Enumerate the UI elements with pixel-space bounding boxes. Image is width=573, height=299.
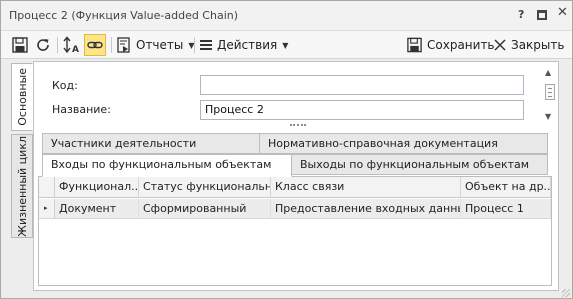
side-tab-label: Жизненный цикл — [15, 135, 29, 237]
toolbar-separator — [111, 37, 112, 53]
row-selector-icon[interactable]: ▸ — [39, 199, 55, 219]
close-icon — [494, 39, 506, 51]
side-tab-label: Основные — [15, 68, 29, 126]
save-and-stay-button[interactable]: Сохранить — [406, 34, 495, 56]
tab-outputs[interactable]: Выходы по функциональным объектам — [291, 154, 548, 175]
side-tab-main[interactable]: Основные — [11, 63, 33, 131]
scroll-up-icon[interactable]: ▲ — [545, 68, 551, 77]
tab-participants[interactable]: Участники деятельности — [42, 133, 260, 154]
sort-button[interactable]: A — [62, 34, 82, 56]
code-field[interactable] — [200, 75, 524, 95]
resize-gripper[interactable] — [562, 289, 570, 297]
scroll-down-icon[interactable]: ▼ — [545, 112, 551, 121]
scroll-thumb[interactable] — [545, 84, 555, 100]
table-cell[interactable]: Документ — [55, 199, 139, 219]
table-cell[interactable]: Сформированный — [139, 199, 271, 219]
column-header[interactable]: Класс связи — [271, 177, 461, 198]
tab-reference-docs[interactable]: Нормативно-справочная документация — [259, 133, 548, 154]
reports-icon — [117, 37, 130, 53]
close-form-button[interactable]: Закрыть — [493, 34, 564, 56]
sort-icon: A — [63, 36, 79, 54]
maximize-button[interactable] — [537, 10, 547, 20]
actions-menu-button[interactable]: Действия ▼ — [199, 34, 288, 56]
column-header[interactable]: Статус функциональн... — [139, 177, 271, 198]
svg-text:A: A — [72, 45, 79, 54]
save-icon — [12, 37, 28, 53]
name-label: Название: — [52, 103, 111, 116]
chevron-down-icon: ▼ — [282, 40, 289, 50]
main-panel: Код: Название: Процесс 2 ▲ ▼ Участники д… — [33, 61, 559, 291]
title-bar: Процесс 2 (Функция Value-added Chain) ? … — [1, 1, 572, 30]
link-icon — [87, 41, 103, 49]
table-cell[interactable]: Предоставление входных данных — [271, 199, 461, 219]
side-tab-lifecycle[interactable]: Жизненный цикл — [11, 134, 33, 238]
actions-label: Действия — [217, 38, 278, 52]
name-field[interactable]: Процесс 2 — [200, 100, 524, 120]
save-icon — [407, 37, 422, 53]
reports-menu-button[interactable]: Отчеты ▼ — [116, 34, 195, 56]
menu-icon — [200, 40, 212, 50]
refresh-icon — [37, 39, 49, 51]
tab-inputs[interactable]: Входы по функциональным объектам — [42, 154, 292, 177]
help-button[interactable]: ? — [518, 9, 524, 21]
close-label: Закрыть — [511, 38, 565, 52]
form-window: Процесс 2 (Функция Value-added Chain) ? … — [0, 0, 573, 299]
refresh-button[interactable] — [34, 34, 52, 56]
toolbar-separator — [194, 37, 195, 53]
column-header[interactable]: Объект на др... — [461, 177, 551, 198]
window-close-button[interactable]: ✕ — [557, 6, 568, 19]
save-label: Сохранить — [427, 38, 495, 52]
grid-corner — [39, 177, 55, 198]
code-label: Код: — [52, 79, 78, 92]
window-title: Процесс 2 (Функция Value-added Chain) — [9, 9, 239, 22]
table-cell[interactable]: Процесс 1 — [461, 199, 551, 219]
splitter-handle[interactable] — [290, 124, 306, 127]
inputs-grid: Функционал... Статус функциональн... Кла… — [38, 176, 552, 286]
link-button[interactable] — [84, 34, 106, 56]
toolbar-separator — [57, 37, 58, 53]
column-header[interactable]: Функционал... — [55, 177, 139, 198]
save-button[interactable] — [11, 34, 29, 56]
reports-label: Отчеты — [136, 38, 184, 52]
toolbar: A Отчеты ▼ Действия ▼ Сохранить Закрыть — [1, 30, 572, 59]
form-scrollbar[interactable]: ▲ ▼ — [543, 68, 557, 124]
